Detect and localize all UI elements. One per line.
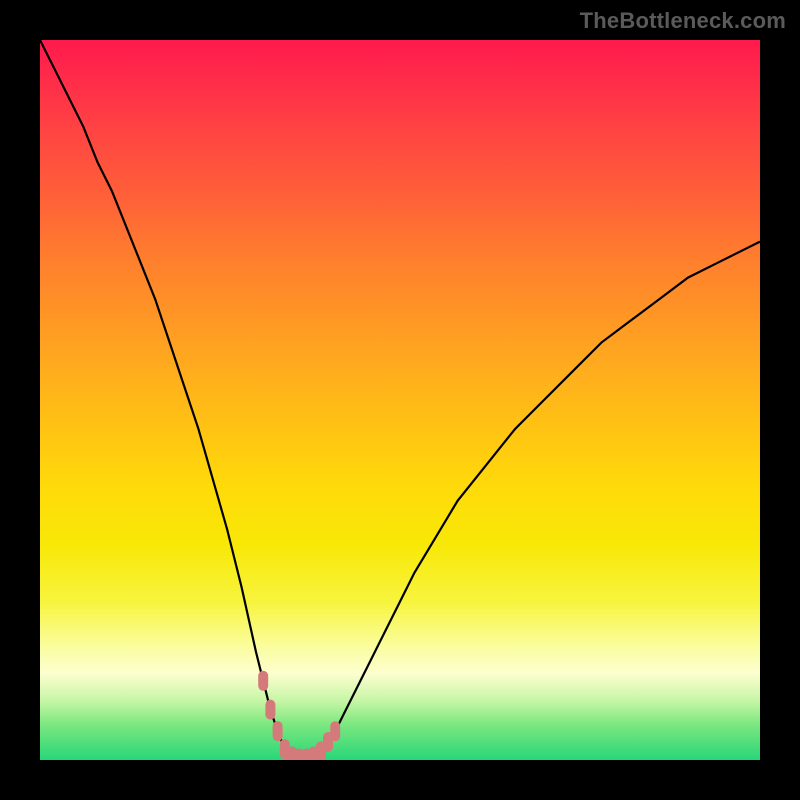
watermark-text: TheBottleneck.com xyxy=(580,8,786,34)
curve-svg xyxy=(40,40,760,760)
marker-point xyxy=(330,721,340,741)
plot-area xyxy=(40,40,760,760)
marker-point xyxy=(273,721,283,741)
marker-point xyxy=(258,671,268,691)
chart-frame: TheBottleneck.com xyxy=(0,0,800,800)
bottleneck-curve xyxy=(40,40,760,759)
marker-point xyxy=(265,700,275,720)
highlight-markers xyxy=(258,671,340,760)
